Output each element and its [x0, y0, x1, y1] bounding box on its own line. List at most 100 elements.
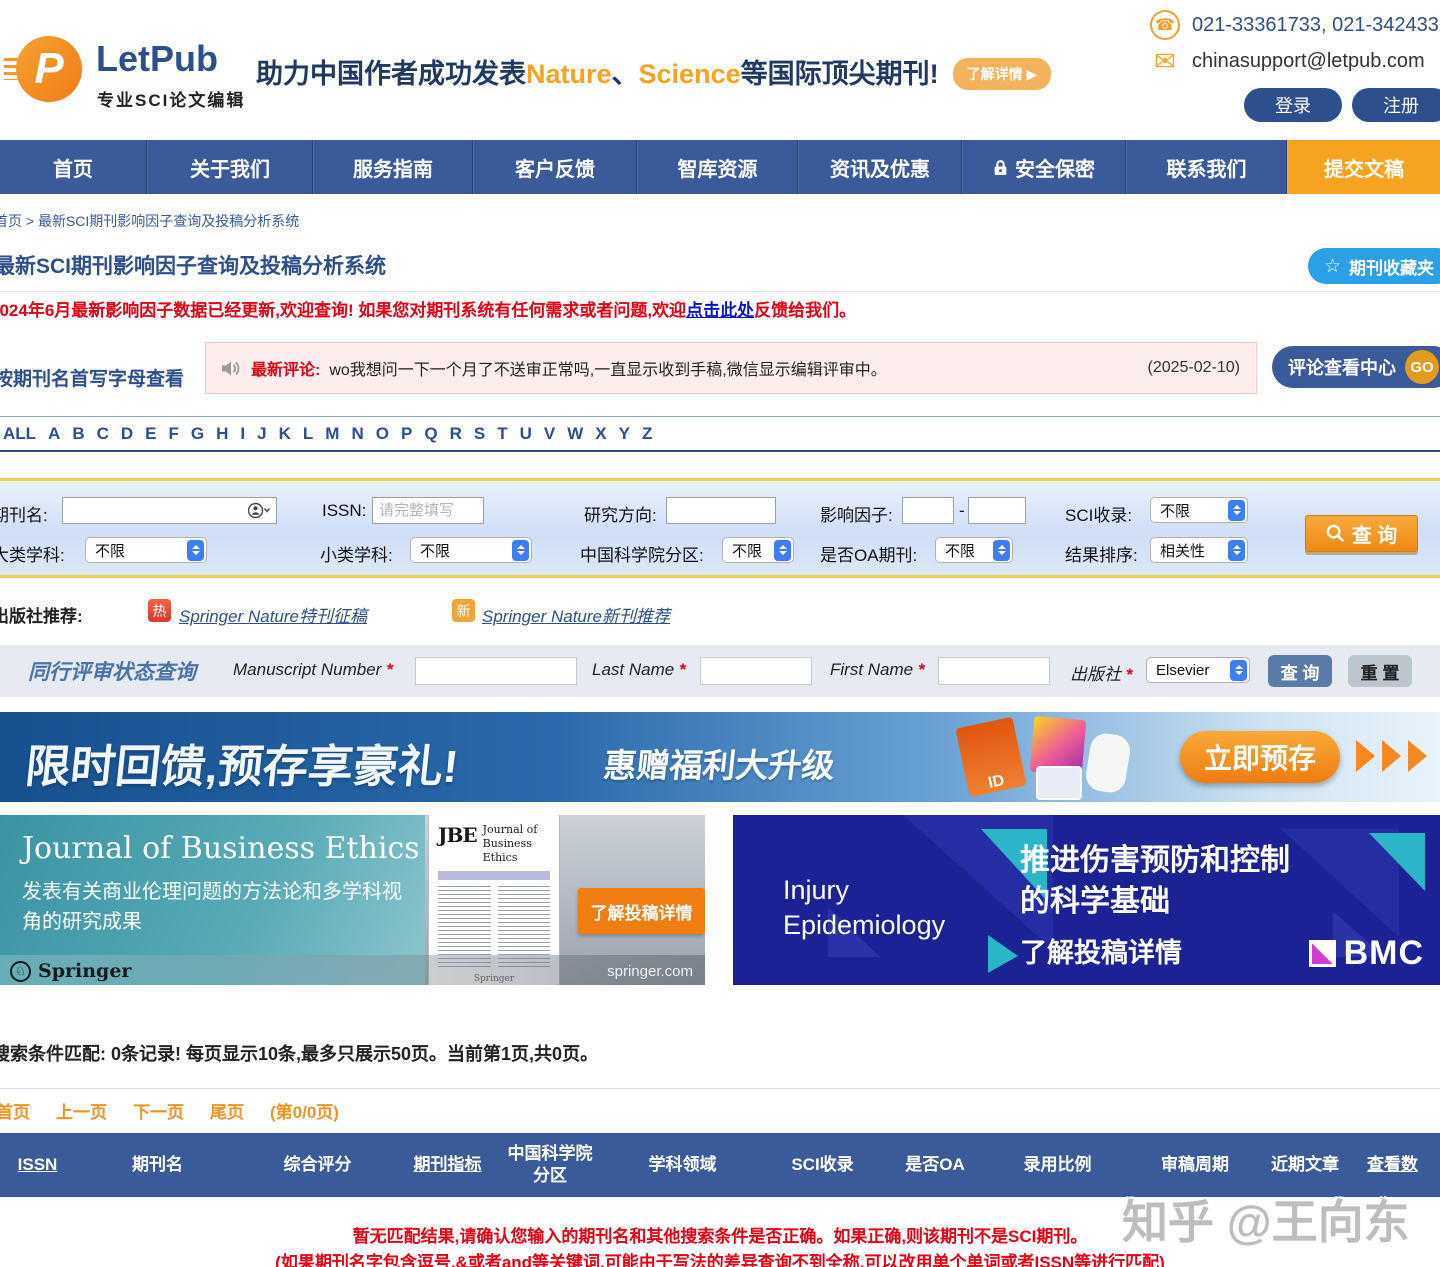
sort-select[interactable]: 相关性	[1150, 537, 1248, 563]
feedback-link[interactable]: 点击此处	[686, 301, 754, 320]
alphabet-letter[interactable]: W	[561, 424, 589, 444]
alphabet-letter[interactable]: U	[514, 424, 538, 444]
slogan-tail: 等国际顶尖期刊!	[741, 59, 939, 89]
alphabet-letter[interactable]: Y	[613, 424, 636, 444]
alphabet-letter[interactable]: M	[319, 424, 345, 444]
alphabet-letter[interactable]: P	[395, 424, 418, 444]
brand-name[interactable]: LetPub	[96, 38, 218, 80]
zhihu-watermark: 知乎 @王向东	[1122, 1186, 1410, 1252]
pagination-link[interactable]: 下一页	[133, 1098, 184, 1123]
nav-item-about[interactable]: 关于我们	[147, 140, 313, 194]
site-header: P LetPub 专业SCI论文编辑 助力中国作者成功发表Nature、Scie…	[0, 0, 1440, 140]
nav-item-submit[interactable]: 提交文稿	[1287, 140, 1440, 194]
alphabet-letter[interactable]: S	[468, 424, 491, 444]
alphabet-letter[interactable]: N	[345, 424, 369, 444]
alphabet-letter[interactable]: ALL	[0, 424, 42, 444]
journal-favorites-button[interactable]: ☆ 期刊收藏夹	[1308, 248, 1440, 284]
alphabet-letter[interactable]: I	[234, 424, 251, 444]
promo-tablet-graphic	[1036, 766, 1082, 800]
impact-factor-min-input[interactable]	[902, 497, 954, 524]
oa-select[interactable]: 不限	[935, 537, 1013, 563]
alphabet-letter[interactable]: O	[370, 424, 395, 444]
nav-item-news[interactable]: 资讯及优惠	[798, 140, 962, 194]
publisher-select[interactable]: Elsevier	[1146, 657, 1250, 683]
jbe-submit-details-button[interactable]: 了解投稿详情	[578, 888, 705, 934]
alphabet-letter[interactable]: F	[163, 424, 185, 444]
last-name-input[interactable]	[700, 657, 812, 685]
springer-special-issue-link[interactable]: Springer Nature特刊征稿	[179, 602, 367, 627]
alphabet-letter[interactable]: A	[42, 424, 66, 444]
jbe-ad-banner[interactable]: Journal of Business Ethics 发表有关商业伦理问题的方法…	[0, 815, 705, 985]
magnifier-icon	[1326, 524, 1345, 543]
register-button[interactable]: 注册	[1352, 88, 1440, 122]
letpub-logo-icon[interactable]: P	[16, 36, 82, 102]
detail-button[interactable]: 了解详情 ▶	[953, 58, 1052, 90]
speaker-icon	[222, 360, 242, 377]
research-field-input[interactable]	[666, 497, 776, 524]
peer-review-search-button[interactable]: 查 询	[1268, 655, 1332, 687]
peer-review-title: 同行评审状态查询	[28, 656, 196, 686]
select-chevron-icon	[512, 540, 529, 561]
support-email[interactable]: chinasupport@letpub.com	[1192, 50, 1425, 73]
sci-index-select[interactable]: 不限	[1150, 497, 1248, 523]
alphabet-letter[interactable]: C	[91, 424, 115, 444]
latest-comment-text[interactable]: wo我想问一下一个月了不送审正常吗,一直显示收到手稿,微信显示编辑评审中。	[329, 356, 1138, 380]
impact-factor-max-input[interactable]	[968, 497, 1026, 524]
alphabet-letter[interactable]: D	[115, 424, 139, 444]
alphabet-letter[interactable]: G	[185, 424, 210, 444]
minor-subject-select[interactable]: 不限	[410, 537, 532, 563]
bmc-submit-details-link[interactable]: 了解投稿详情	[1020, 931, 1182, 970]
manuscript-number-input[interactable]	[415, 657, 577, 685]
journal-name-input[interactable]	[62, 497, 277, 524]
journal-search-form: 期刊名: ISSN: 研究方向: 影响因子: - SCI收录: 不限 大类学科:…	[0, 478, 1440, 578]
nav-item-contact[interactable]: 联系我们	[1126, 140, 1287, 194]
email-row: ✉ chinasupport@letpub.com	[1150, 46, 1425, 76]
login-button[interactable]: 登录	[1244, 88, 1342, 122]
col-view-count[interactable]: 查看数	[1345, 1154, 1440, 1176]
alphabet-letter[interactable]: E	[139, 424, 162, 444]
promo-banner[interactable]: 限时回馈,预存享豪礼! 惠赠福利大升级 ID 立即预存	[0, 712, 1440, 802]
hot-badge: 热	[148, 599, 171, 622]
alphabet-letter[interactable]: H	[210, 424, 234, 444]
minor-subject-label: 小类学科:	[320, 541, 393, 566]
pagination-link[interactable]: 尾页	[210, 1098, 244, 1123]
alphabet-letter[interactable]: R	[444, 424, 468, 444]
col-acceptance-rate: 录用比例	[990, 1154, 1125, 1176]
alphabet-letter[interactable]: Q	[418, 424, 443, 444]
alphabet-letter[interactable]: V	[538, 424, 561, 444]
cas-partition-select[interactable]: 不限	[722, 537, 794, 563]
nav-item-resources[interactable]: 智库资源	[637, 140, 798, 194]
nav-item-security[interactable]: 安全保密	[962, 140, 1126, 194]
alphabet-letter[interactable]: L	[297, 424, 319, 444]
nav-item-services[interactable]: 服务指南	[313, 140, 473, 194]
nav-item-home[interactable]: 首页	[0, 140, 147, 194]
peer-review-status-bar: 同行评审状态查询 Manuscript Number * Last Name *…	[0, 645, 1440, 697]
col-issn[interactable]: ISSN	[0, 1154, 75, 1176]
issn-input[interactable]	[372, 497, 484, 524]
breadcrumb[interactable]: 首页 > 最新SCI期刊影响因子查询及投稿分析系统	[0, 211, 299, 231]
pagination-link[interactable]: 上一页	[56, 1098, 107, 1123]
nav-item-feedback[interactable]: 客户反馈	[473, 140, 637, 194]
bmc-logo: BMC	[1309, 934, 1424, 973]
alphabet-letter[interactable]: K	[273, 424, 297, 444]
alphabet-letter[interactable]: B	[66, 424, 90, 444]
first-name-input[interactable]	[938, 657, 1050, 685]
bmc-ad-banner[interactable]: Injury Epidemiology 推进伤害预防和控制的科学基础 了解投稿详…	[733, 815, 1440, 985]
alphabet-letter[interactable]: T	[491, 424, 513, 444]
alphabet-browse-label: 按期刊名首写字母查看	[0, 364, 184, 391]
promo-deposit-button[interactable]: 立即预存	[1180, 731, 1340, 783]
journal-search-button[interactable]: 查 询	[1305, 515, 1418, 552]
col-cas-partition: 中国科学院分区	[500, 1143, 600, 1187]
springer-logo: ♘ Springer	[10, 960, 131, 982]
comment-center-button[interactable]: 评论查看中心 GO	[1272, 346, 1440, 388]
alphabet-letter[interactable]: Z	[636, 424, 658, 444]
springer-new-journal-link[interactable]: Springer Nature新刊推荐	[482, 602, 670, 627]
alphabet-letter[interactable]: X	[589, 424, 612, 444]
major-subject-select[interactable]: 不限	[85, 537, 207, 563]
cas-partition-label: 中国科学院分区:	[580, 541, 704, 566]
peer-review-reset-button[interactable]: 重 置	[1348, 655, 1412, 687]
col-journal-metrics[interactable]: 期刊指标	[395, 1154, 500, 1176]
issn-label: ISSN:	[322, 501, 366, 521]
pagination-link[interactable]: 首页	[0, 1098, 30, 1123]
alphabet-letter[interactable]: J	[251, 424, 272, 444]
